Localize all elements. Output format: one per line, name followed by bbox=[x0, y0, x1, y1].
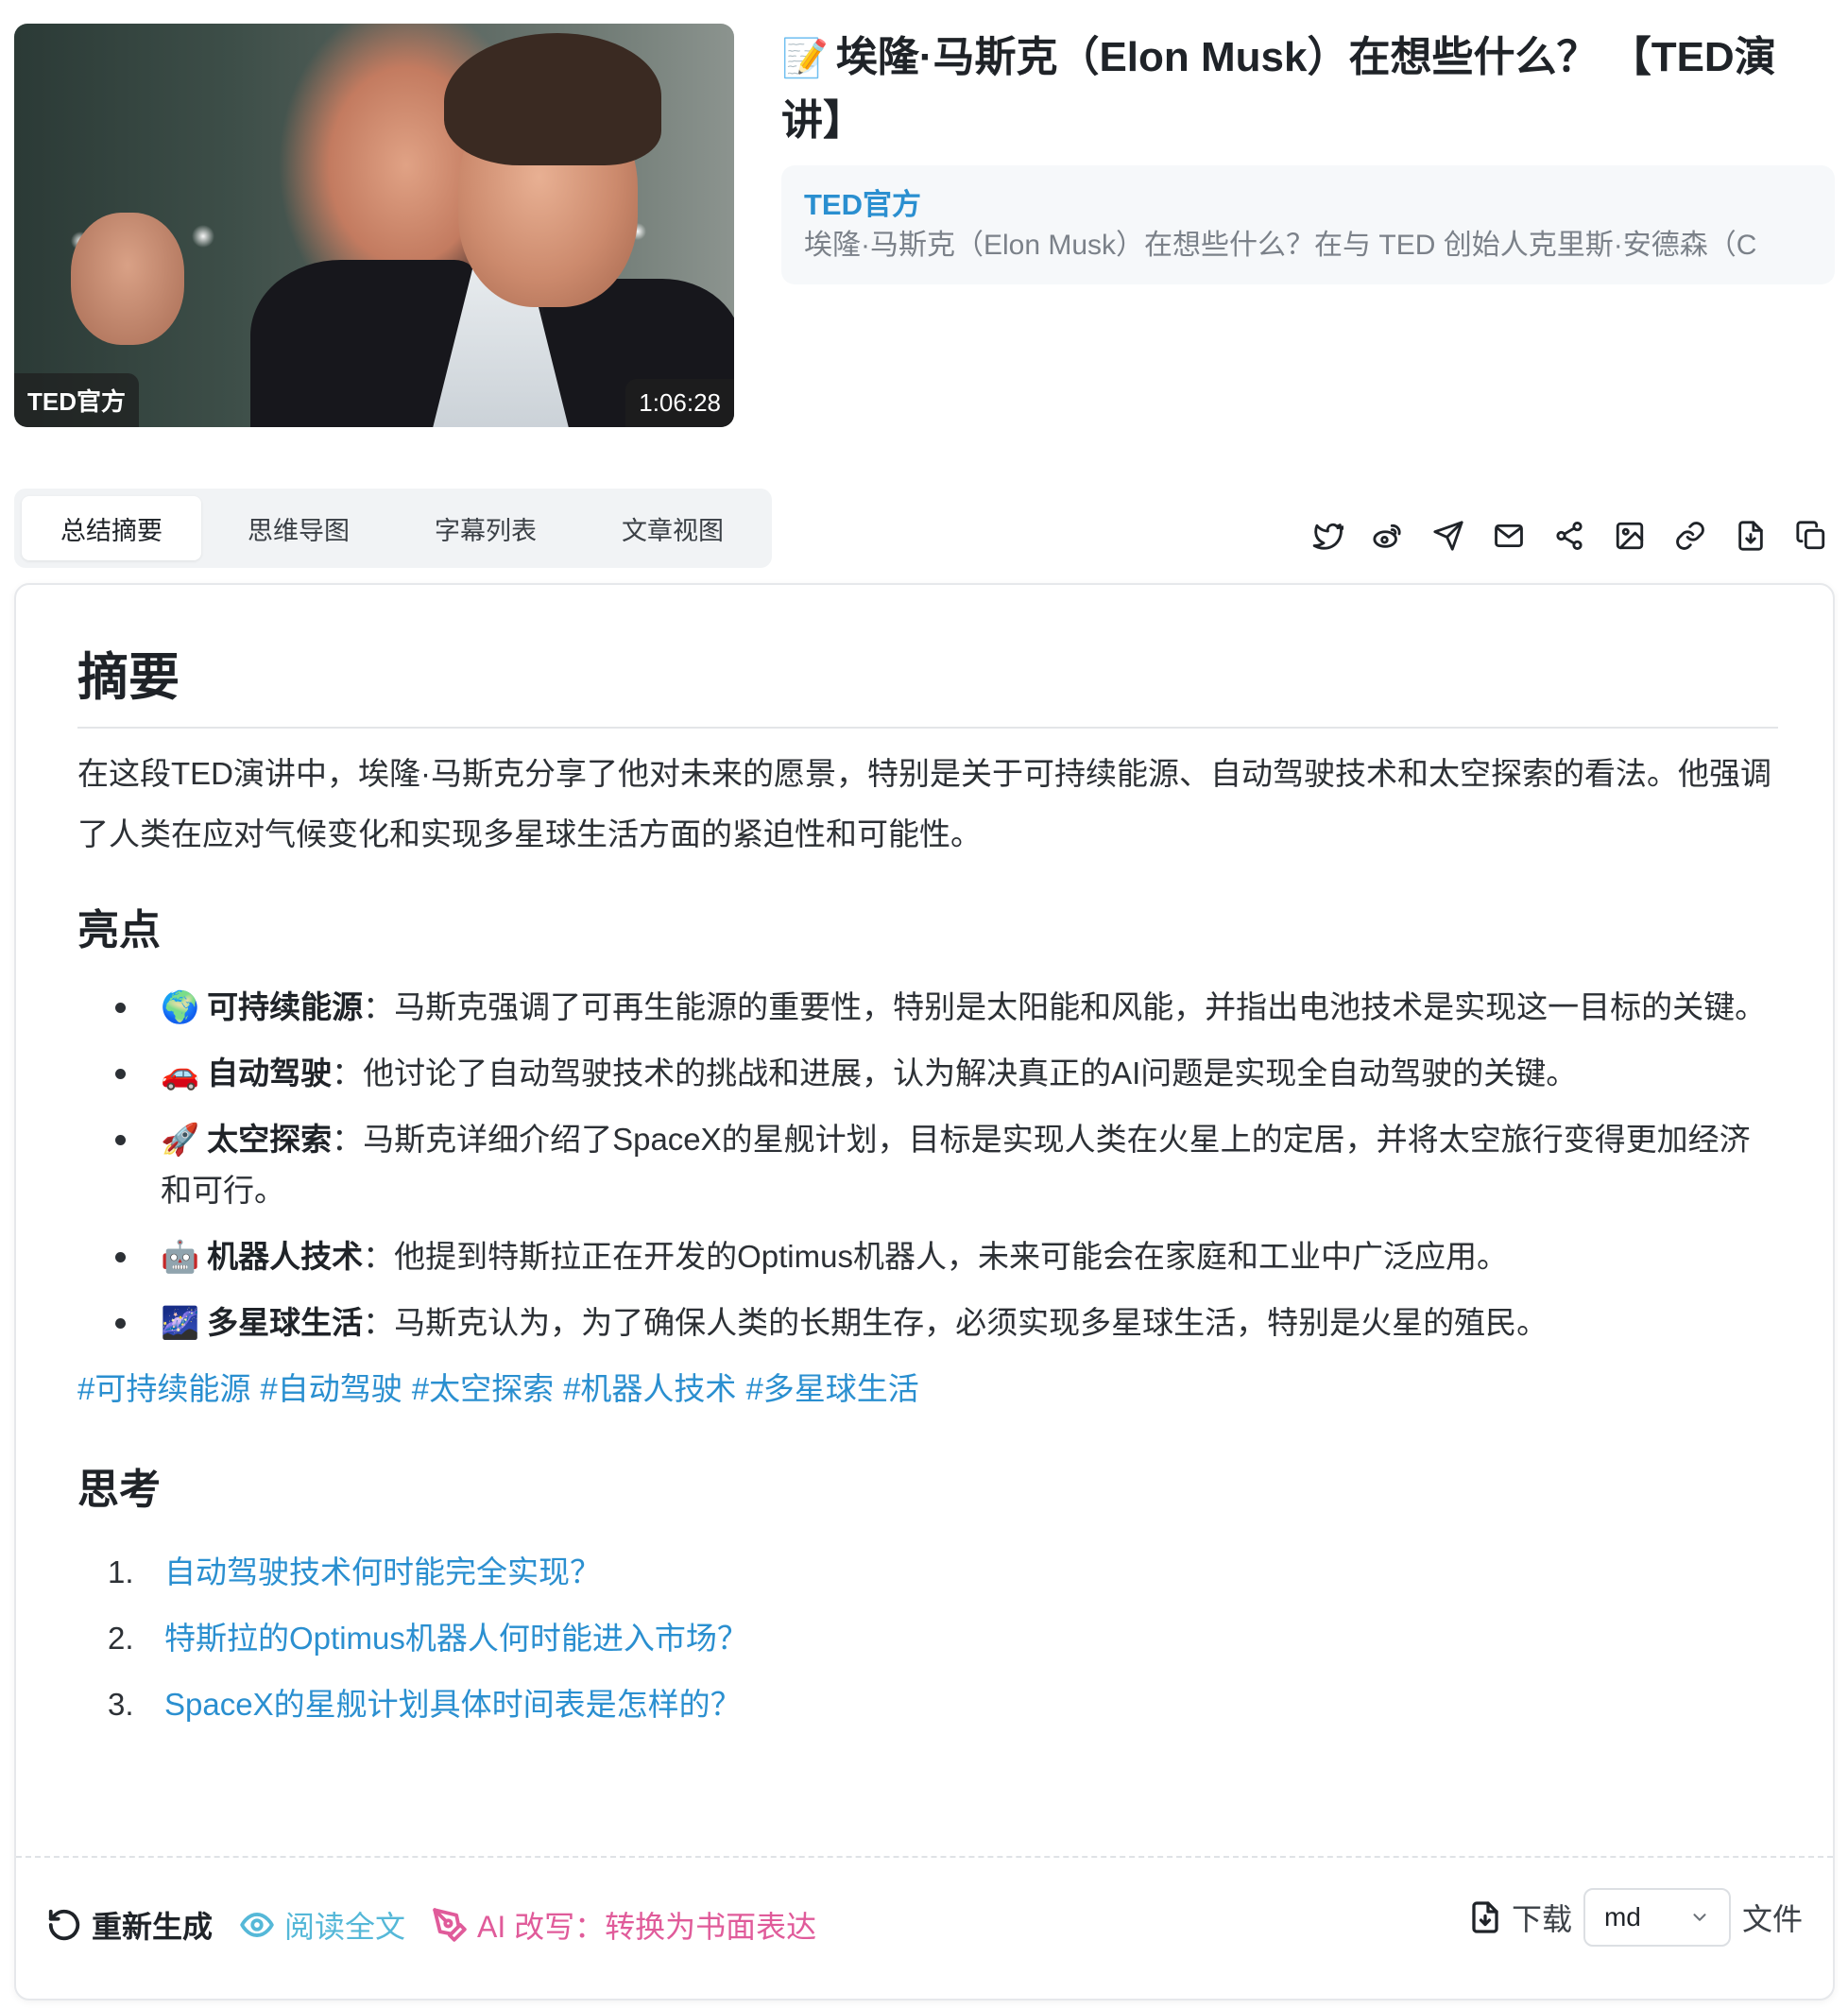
image-icon[interactable] bbox=[1610, 516, 1650, 556]
galaxy-icon: 🌌 bbox=[161, 1305, 200, 1340]
list-item: 🚀 太空探索：马斯克详细介绍了SpaceX的星舰计划，目标是实现人类在火星上的定居… bbox=[77, 1114, 1778, 1216]
globe-icon: 🌍 bbox=[161, 989, 200, 1024]
question-link[interactable]: 特斯拉的Optimus机器人何时能进入市场？ bbox=[164, 1621, 748, 1656]
telegram-icon[interactable] bbox=[1429, 516, 1468, 556]
ai-rewrite-label: AI 改写：转换为书面表达 bbox=[477, 1910, 817, 1944]
list-item: 🤖 机器人技术：他提到特斯拉正在开发的Optimus机器人，未来可能会在家庭和工业… bbox=[77, 1231, 1778, 1282]
copy-icon[interactable] bbox=[1791, 516, 1831, 556]
duration-badge: 1:06:28 bbox=[625, 379, 734, 427]
eye-icon bbox=[240, 1913, 274, 1937]
highlight-label: 自动驾驶 bbox=[207, 1056, 333, 1090]
summary-card: 摘要 在这段TED演讲中，埃隆·马斯克分享了他对未来的愿景，特别是关于可持续能源… bbox=[14, 583, 1835, 2000]
question-number: 3. bbox=[108, 1687, 134, 1722]
question-link[interactable]: 自动驾驶技术何时能完全实现？ bbox=[164, 1554, 601, 1589]
list-item: 2. 特斯拉的Optimus机器人何时能进入市场？ bbox=[77, 1613, 1778, 1664]
channel-name[interactable]: TED官方 bbox=[804, 186, 1812, 224]
car-icon: 🚗 bbox=[161, 1056, 200, 1090]
footer-actions: 重新生成 阅读全文 AI 改写：转换为书面表达 bbox=[46, 1903, 816, 1947]
hashtag[interactable]: #机器人技术 bbox=[563, 1371, 736, 1406]
channel-badge: TED官方 bbox=[14, 373, 140, 427]
highlights-list: 🌍 可持续能源：马斯克强调了可再生能源的重要性，特别是太阳能和风能，并指出电池技术… bbox=[77, 982, 1778, 1348]
list-item: 🌍 可持续能源：马斯克强调了可再生能源的重要性，特别是太阳能和风能，并指出电池技术… bbox=[77, 982, 1778, 1033]
list-item: 3. SpaceX的星舰计划具体时间表是怎样的？ bbox=[77, 1679, 1778, 1730]
ai-rewrite-button[interactable]: AI 改写：转换为书面表达 bbox=[432, 1903, 816, 1947]
question-number: 1. bbox=[108, 1554, 134, 1589]
rocket-icon: 🚀 bbox=[161, 1122, 200, 1157]
summary-heading: 摘要 bbox=[77, 613, 1778, 729]
channel-card[interactable]: TED官方 埃隆·马斯克（Elon Musk）在想些什么？在与 TED 创始人克… bbox=[781, 165, 1835, 284]
highlight-text: ：他提到特斯拉正在开发的Optimus机器人，未来可能会在家庭和工业中广泛应用。 bbox=[363, 1239, 1508, 1274]
memo-icon: 📝 bbox=[781, 38, 829, 79]
link-icon[interactable] bbox=[1670, 516, 1710, 556]
read-full-button[interactable]: 阅读全文 bbox=[239, 1903, 405, 1947]
hashtag[interactable]: #太空探索 bbox=[412, 1371, 554, 1406]
highlight-text: ：他讨论了自动驾驶技术的挑战和进展，认为解决真正的AI问题是实现全自动驾驶的关键… bbox=[332, 1056, 1578, 1090]
video-title-text: 埃隆·马斯克（Elon Musk）在想些什么？ 【TED演讲】 bbox=[781, 34, 1776, 144]
tab-article[interactable]: 文章视图 bbox=[583, 496, 762, 560]
summary-content: 摘要 在这段TED演讲中，埃隆·马斯克分享了他对未来的愿景，特别是关于可持续能源… bbox=[77, 613, 1778, 1745]
video-title: 📝 埃隆·马斯克（Elon Musk）在想些什么？ 【TED演讲】 bbox=[781, 26, 1830, 152]
tab-subtitles[interactable]: 字幕列表 bbox=[396, 496, 575, 560]
thinking-heading: 思考 bbox=[77, 1467, 161, 1513]
video-thumbnail[interactable]: TED官方 1:06:28 bbox=[14, 24, 734, 427]
robot-icon: 🤖 bbox=[161, 1239, 200, 1274]
highlight-label: 太空探索 bbox=[207, 1122, 333, 1157]
hashtag-list: #可持续能源 #自动驾驶 #太空探索 #机器人技术 #多星球生活 bbox=[77, 1364, 1778, 1415]
summary-footer: 重新生成 阅读全文 AI 改写：转换为书面表达 下载 md 文件 bbox=[16, 1856, 1833, 1998]
refresh-icon bbox=[48, 1909, 80, 1941]
regenerate-button[interactable]: 重新生成 bbox=[46, 1903, 213, 1947]
file-download-icon bbox=[1472, 1901, 1498, 1933]
video-description: 埃隆·马斯克（Elon Musk）在想些什么？在与 TED 创始人克里斯·安德森… bbox=[804, 230, 1757, 261]
pen-tool-icon bbox=[433, 1908, 467, 1942]
list-item: 🌌 多星球生活：马斯克认为，为了确保人类的长期生存，必须实现多星球生活，特别是火星… bbox=[77, 1297, 1778, 1348]
share-toolbar bbox=[1308, 516, 1831, 556]
view-tabs: 总结摘要 思维导图 字幕列表 文章视图 bbox=[14, 489, 772, 568]
share-icon[interactable] bbox=[1549, 516, 1589, 556]
hashtag[interactable]: #自动驾驶 bbox=[260, 1371, 402, 1406]
highlight-text: ：马斯克详细介绍了SpaceX的星舰计划，目标是实现人类在火星上的定居，并将太空… bbox=[161, 1122, 1751, 1208]
thumbnail-hair bbox=[444, 33, 661, 165]
highlight-text: ：马斯克强调了可再生能源的重要性，特别是太阳能和风能，并指出电池技术是实现这一目… bbox=[363, 989, 1767, 1024]
list-item: 🚗 自动驾驶：他讨论了自动驾驶技术的挑战和进展，认为解决真正的AI问题是实现全自动… bbox=[77, 1048, 1778, 1099]
download-controls: 下载 md 文件 bbox=[1468, 1888, 1803, 1947]
download-file-icon[interactable] bbox=[1731, 516, 1771, 556]
read-full-label: 阅读全文 bbox=[284, 1910, 406, 1944]
download-button[interactable]: 下载 bbox=[1468, 1896, 1572, 1939]
highlight-label: 可持续能源 bbox=[207, 989, 364, 1024]
highlight-label: 多星球生活 bbox=[207, 1305, 364, 1340]
list-item: 1. 自动驾驶技术何时能完全实现？ bbox=[77, 1547, 1778, 1598]
tab-mindmap[interactable]: 思维导图 bbox=[209, 496, 388, 560]
hashtag[interactable]: #可持续能源 bbox=[77, 1371, 250, 1406]
format-selected-value: md bbox=[1603, 1902, 1641, 1932]
highlight-label: 机器人技术 bbox=[207, 1239, 364, 1274]
mail-icon[interactable] bbox=[1489, 516, 1529, 556]
thumbnail-hand bbox=[71, 213, 184, 345]
weibo-icon[interactable] bbox=[1368, 516, 1408, 556]
twitter-icon[interactable] bbox=[1308, 516, 1347, 556]
chevron-down-icon bbox=[1693, 1914, 1706, 1921]
download-label: 下载 bbox=[1511, 1902, 1572, 1936]
regenerate-label: 重新生成 bbox=[92, 1910, 214, 1944]
highlights-heading: 亮点 bbox=[77, 907, 161, 953]
highlight-text: ：马斯克认为，为了确保人类的长期生存，必须实现多星球生活，特别是火星的殖民。 bbox=[363, 1305, 1549, 1340]
question-link[interactable]: SpaceX的星舰计划具体时间表是怎样的？ bbox=[164, 1687, 742, 1722]
question-list: 1. 自动驾驶技术何时能完全实现？ 2. 特斯拉的Optimus机器人何时能进入市场… bbox=[77, 1547, 1778, 1730]
tab-summary[interactable]: 总结摘要 bbox=[22, 496, 201, 560]
file-suffix-label: 文件 bbox=[1741, 1902, 1803, 1936]
summary-paragraph: 在这段TED演讲中，埃隆·马斯克分享了他对未来的愿景，特别是关于可持续能源、自动… bbox=[77, 756, 1771, 851]
question-number: 2. bbox=[108, 1621, 134, 1656]
format-select[interactable]: md bbox=[1583, 1888, 1731, 1947]
hashtag[interactable]: #多星球生活 bbox=[745, 1371, 918, 1406]
